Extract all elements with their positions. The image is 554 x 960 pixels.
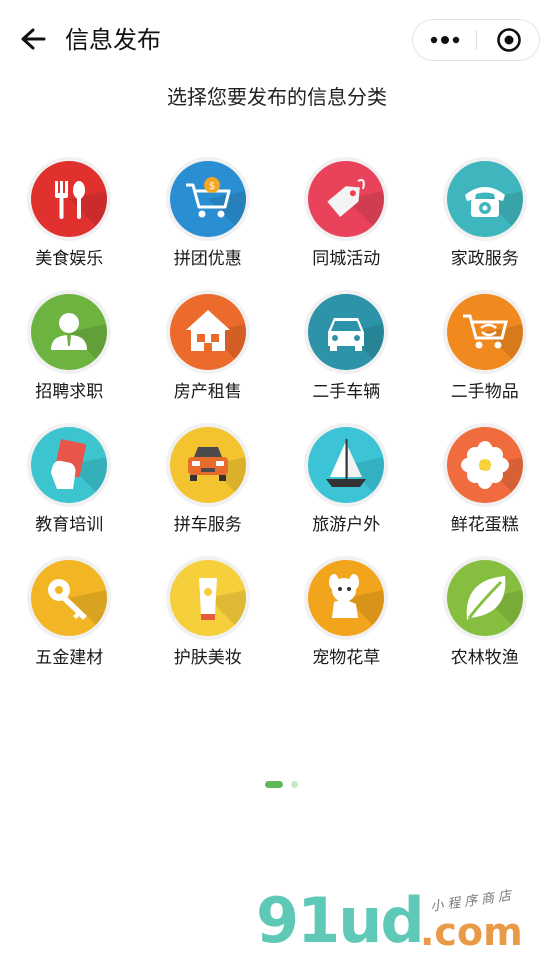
category-item[interactable]: 二手物品: [416, 290, 554, 423]
category-icon-frame: [27, 290, 112, 374]
category-item[interactable]: 同城活动: [277, 157, 416, 290]
category-item[interactable]: $ 拼团优惠: [139, 157, 278, 290]
house-icon: [169, 294, 246, 370]
category-icon-frame: [304, 556, 389, 640]
page-dot[interactable]: [291, 780, 298, 788]
category-item[interactable]: 家政服务: [416, 157, 554, 290]
category-label: 家政服务: [450, 249, 519, 269]
category-label: 旅游户外: [312, 515, 381, 535]
sailboat-icon: [308, 427, 385, 503]
category-grid: 美食娱乐 $ 拼团优惠 同城活动 家政服务招聘求职 房产租售 二手车辆 二手物品教育培训 拼车服…: [0, 157, 554, 689]
category-icon-frame: [304, 423, 389, 507]
category-label: 二手车辆: [312, 382, 381, 402]
category-icon-frame: [442, 157, 527, 241]
arrow-left-icon: [21, 28, 46, 50]
category-item[interactable]: 旅游户外: [277, 423, 416, 556]
page-title: 信息发布: [65, 26, 161, 54]
tag-icon: [308, 161, 385, 237]
person-icon: [31, 294, 108, 370]
telephone-icon: [446, 161, 523, 237]
category-label: 五金建材: [35, 648, 104, 668]
category-label: 房产租售: [173, 382, 242, 402]
pet-dog-icon: [308, 560, 385, 636]
svg-text:$: $: [209, 181, 215, 192]
category-icon-frame: [165, 423, 250, 507]
category-item[interactable]: 教育培训: [0, 423, 139, 556]
section-subtitle: 选择您要发布的信息分类: [167, 85, 387, 109]
recycle-cart-icon: [446, 294, 523, 370]
category-icon-frame: [165, 290, 250, 374]
category-icon-frame: [442, 290, 527, 374]
category-label: 拼团优惠: [173, 249, 242, 269]
flower-icon: [446, 427, 523, 503]
fork-spoon-icon: [31, 161, 108, 237]
hand-card-icon: [31, 427, 108, 503]
category-item[interactable]: 宠物花草: [277, 556, 416, 689]
category-icon-frame: [304, 157, 389, 241]
target-circle-icon: [496, 28, 521, 52]
category-icon-frame: [442, 423, 527, 507]
category-label: 鲜花蛋糕: [450, 515, 519, 535]
category-item[interactable]: 拼车服务: [139, 423, 278, 556]
back-button[interactable]: [18, 24, 48, 54]
category-label: 同城活动: [312, 249, 381, 269]
watermark-logo: 91ud: [256, 884, 425, 957]
category-icon-frame: [27, 556, 112, 640]
key-icon: [31, 560, 108, 636]
leaf-icon: [446, 560, 523, 636]
category-icon-frame: [27, 423, 112, 507]
page-indicator: [265, 780, 298, 788]
category-item[interactable]: 招聘求职: [0, 290, 139, 423]
watermark-suffix: .com: [420, 910, 523, 954]
category-label: 二手物品: [450, 382, 519, 402]
category-item[interactable]: 鲜花蛋糕: [416, 423, 554, 556]
more-button[interactable]: [413, 20, 476, 60]
watermark: 91ud .com 小程序商店: [252, 880, 542, 960]
car-icon: [308, 294, 385, 370]
category-label: 拼车服务: [173, 515, 242, 535]
category-item[interactable]: 农林牧渔: [416, 556, 554, 689]
category-label: 美食娱乐: [35, 249, 104, 269]
category-icon-frame: [304, 290, 389, 374]
category-icon-frame: [165, 556, 250, 640]
category-icon-frame: $: [165, 157, 250, 241]
capsule-menu: [412, 19, 540, 61]
page-dot-active[interactable]: [265, 780, 283, 788]
category-item[interactable]: 护肤美妆: [139, 556, 278, 689]
car-front-icon: [169, 427, 246, 503]
close-miniprogram-button[interactable]: [477, 20, 540, 60]
category-label: 宠物花草: [312, 648, 381, 668]
category-icon-frame: [442, 556, 527, 640]
cream-tube-icon: [169, 560, 246, 636]
category-item[interactable]: 房产租售: [139, 290, 278, 423]
category-icon-frame: [27, 157, 112, 241]
category-label: 教育培训: [35, 515, 104, 535]
category-label: 农林牧渔: [450, 648, 519, 668]
category-item[interactable]: 美食娱乐: [0, 157, 139, 290]
shopping-cart-icon: $: [169, 161, 246, 237]
category-label: 招聘求职: [35, 382, 104, 402]
category-label: 护肤美妆: [173, 648, 242, 668]
category-item[interactable]: 二手车辆: [277, 290, 416, 423]
nav-bar: 信息发布: [0, 0, 554, 80]
category-item[interactable]: 五金建材: [0, 556, 139, 689]
more-dots-icon: [430, 36, 459, 44]
